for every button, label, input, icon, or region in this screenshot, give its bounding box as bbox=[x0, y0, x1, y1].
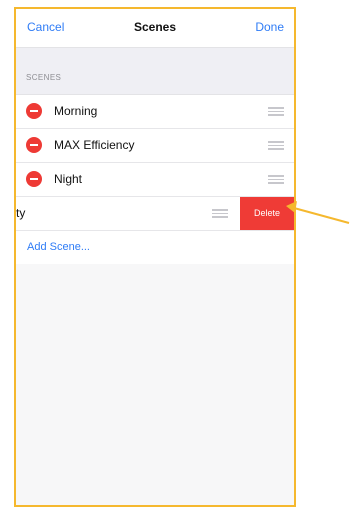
reorder-handle-icon[interactable] bbox=[212, 209, 228, 218]
scene-label: MAX Efficiency bbox=[54, 138, 135, 152]
list-item-swiped[interactable]: ty Delete bbox=[16, 197, 294, 231]
add-scene-link[interactable]: Add Scene... bbox=[27, 241, 90, 253]
scene-label: Morning bbox=[54, 104, 98, 118]
section-background bbox=[16, 48, 294, 96]
add-scene-row[interactable]: Add Scene... bbox=[16, 231, 294, 264]
scene-label: ty bbox=[16, 206, 26, 220]
list-item[interactable]: Night bbox=[16, 163, 294, 197]
remove-icon[interactable] bbox=[26, 103, 42, 119]
arrow-pointer-icon bbox=[286, 201, 350, 224]
remove-icon[interactable] bbox=[26, 137, 42, 153]
scenes-list: Morning MAX Efficiency Night ty Delete A… bbox=[16, 94, 294, 264]
reorder-handle-icon[interactable] bbox=[268, 107, 284, 116]
reorder-handle-icon[interactable] bbox=[268, 175, 284, 184]
done-button[interactable]: Done bbox=[255, 20, 284, 34]
page-title: Scenes bbox=[133, 20, 177, 34]
list-item[interactable]: MAX Efficiency bbox=[16, 129, 294, 163]
scene-label: Night bbox=[54, 172, 83, 186]
navigation-bar: Cancel Scenes Done bbox=[16, 9, 294, 48]
reorder-handle-icon[interactable] bbox=[268, 141, 284, 150]
remove-icon[interactable] bbox=[26, 171, 42, 187]
list-item[interactable]: Morning bbox=[16, 95, 294, 129]
section-header: SCENES bbox=[26, 73, 62, 82]
phone-screen: Cancel Scenes Done SCENES Morning MAX Ef… bbox=[14, 7, 296, 507]
